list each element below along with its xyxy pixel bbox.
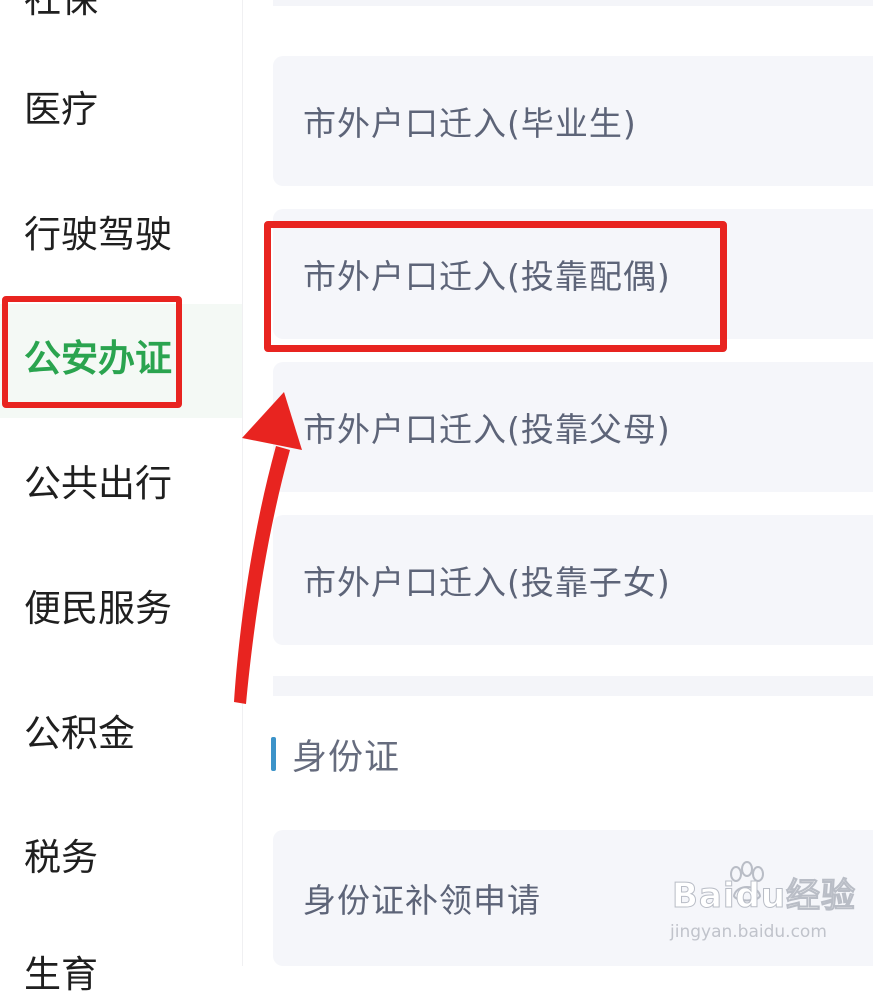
service-card-children[interactable]: 市外户口迁入(投靠子女)	[273, 515, 873, 645]
category-sidebar: 社保 医疗 行驶驾驶 公安办证 公共出行 便民服务 公积金 税务 生育	[0, 0, 243, 996]
service-card-label: 市外户口迁入(毕业生)	[303, 104, 637, 143]
service-card-id-reissue[interactable]: 身份证补领申请	[273, 830, 873, 966]
sidebar-item-maternity[interactable]: 生育	[24, 945, 98, 1005]
section-accent-bar	[271, 737, 276, 771]
sidebar-item-medical[interactable]: 医疗	[24, 80, 98, 140]
section-header-id-card: 身份证	[271, 724, 400, 784]
card-separator	[273, 0, 873, 6]
service-card-graduate[interactable]: 市外户口迁入(毕业生)	[273, 56, 873, 186]
sidebar-item-social-security[interactable]: 社保	[24, 0, 98, 30]
section-divider	[273, 676, 873, 696]
sidebar-item-housing-fund[interactable]: 公积金	[24, 704, 135, 764]
sidebar-item-public-transit[interactable]: 公共出行	[24, 454, 172, 514]
card-highlight-box	[264, 221, 727, 352]
sidebar-item-tax[interactable]: 税务	[24, 828, 98, 888]
section-title: 身份证	[292, 737, 401, 778]
sidebar-item-driving[interactable]: 行驶驾驶	[24, 205, 172, 265]
service-card-parents[interactable]: 市外户口迁入(投靠父母)	[273, 362, 873, 492]
service-card-label: 身份证补领申请	[303, 881, 541, 920]
sidebar-item-convenience-services[interactable]: 便民服务	[24, 579, 172, 639]
sidebar-highlight-box	[2, 296, 182, 408]
service-card-label: 市外户口迁入(投靠子女)	[303, 563, 671, 602]
service-card-label: 市外户口迁入(投靠父母)	[303, 410, 671, 449]
service-list: 市外户口迁入(毕业生) 市外户口迁入(投靠配偶) 市外户口迁入(投靠父母) 市外…	[243, 0, 873, 966]
